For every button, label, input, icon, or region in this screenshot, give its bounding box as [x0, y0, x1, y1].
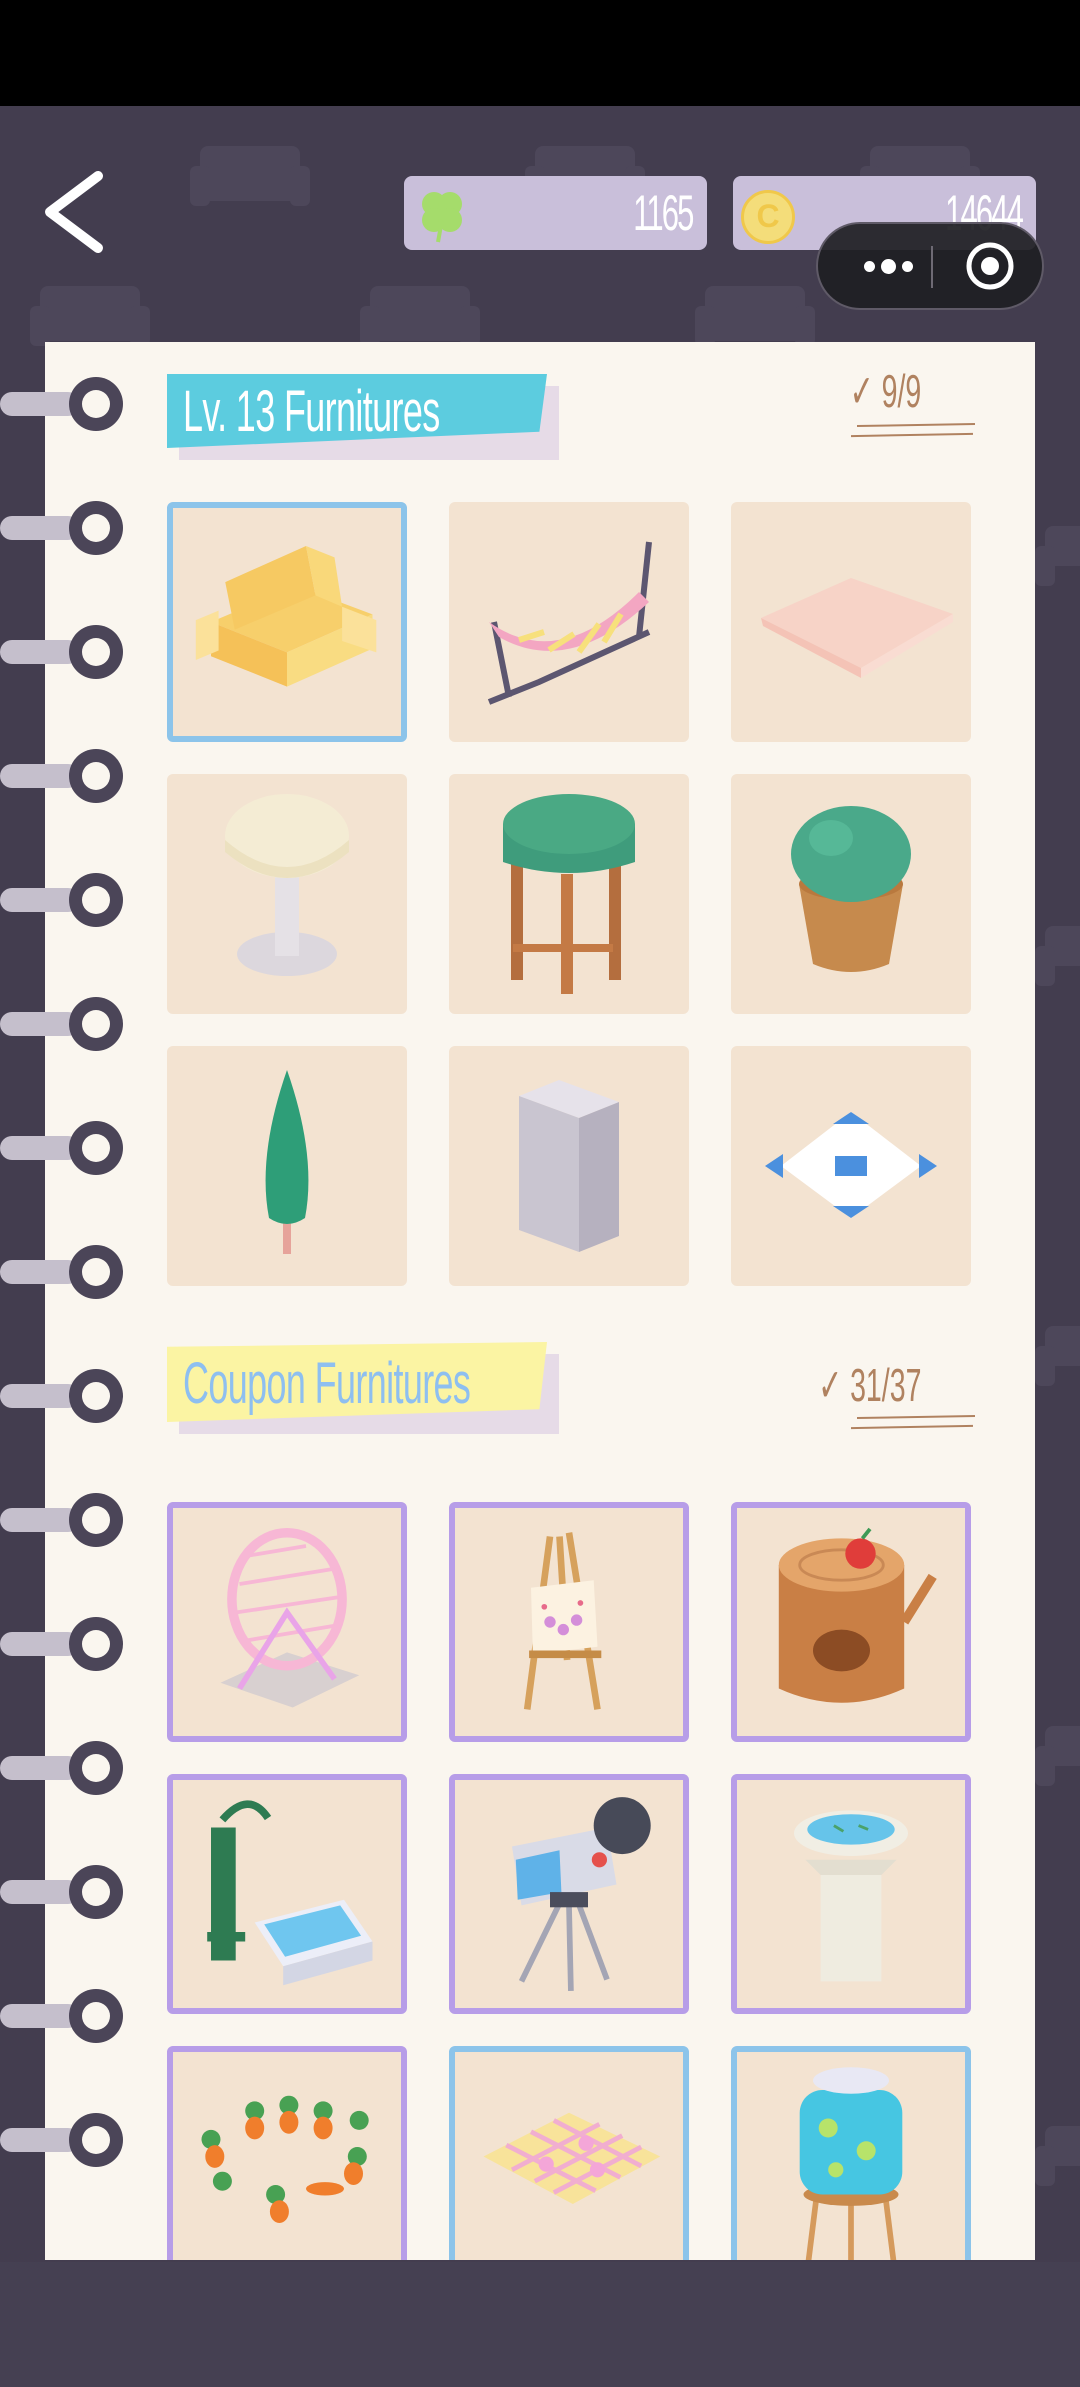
item-tile-tree-stump-house[interactable] — [731, 1502, 971, 1742]
section-title-ribbon: Lv. 13 Furnitures — [167, 374, 559, 460]
clover-icon — [422, 192, 462, 243]
section-title-ribbon: Coupon Furnitures — [167, 1342, 559, 1434]
progress-underline — [856, 1414, 976, 1420]
side-table-icon — [225, 794, 349, 976]
chevron-left-icon — [45, 171, 103, 253]
water-pump-icon — [207, 1800, 373, 1986]
item-tile-painting-easel[interactable] — [449, 1502, 689, 1742]
notebook-page: Lv. 13 Furnitures ✓ 9/9 Coupon Furniture… — [45, 342, 1035, 2260]
item-tile-bar-stool[interactable] — [449, 774, 689, 1014]
mini-program-capsule — [816, 222, 1044, 310]
item-tile-hamster-wheel[interactable] — [167, 1502, 407, 1742]
capsule-divider — [931, 246, 933, 288]
carrot-patch-icon — [201, 2095, 369, 2223]
potted-plant-icon — [791, 806, 911, 972]
item-tile-video-camera[interactable] — [449, 1774, 689, 2014]
tree-stump-icon — [778, 1527, 937, 1703]
clover-count: 1165 — [633, 185, 695, 241]
item-tile-cypress-tree[interactable] — [167, 1046, 407, 1286]
target-icon — [966, 242, 1014, 290]
video-camera-icon — [512, 1797, 651, 1991]
tree-icon — [265, 1070, 309, 1254]
more-menu-button[interactable] — [838, 224, 938, 308]
section-progress: ✓ 31/37 — [817, 1359, 921, 1411]
item-tile-bird-bath[interactable] — [731, 1774, 971, 2014]
item-tile-sofa[interactable] — [167, 502, 407, 742]
item-tile-blue-diamond-tile[interactable] — [731, 1046, 971, 1286]
bottom-bar — [0, 2262, 1080, 2387]
item-tile-water-pump[interactable] — [167, 1774, 407, 2014]
hamster-wheel-icon — [220, 1527, 360, 1708]
back-button[interactable] — [36, 168, 116, 256]
item-tile-potted-bush[interactable] — [731, 774, 971, 1014]
item-tile-picnic-blanket[interactable] — [449, 2046, 689, 2260]
item-tile-round-side-table[interactable] — [167, 774, 407, 1014]
section-title: Coupon Furnitures — [183, 1351, 471, 1416]
picnic-blanket-icon — [483, 2112, 661, 2204]
more-dot-icon — [901, 260, 913, 272]
progress-underline — [850, 432, 974, 438]
more-dot-icon — [880, 258, 896, 274]
diamond-tile-icon — [765, 1112, 937, 1218]
progress-underline — [856, 422, 976, 428]
clover-counter: 1165 — [404, 176, 707, 250]
sofa-icon — [195, 546, 377, 687]
section-progress: ✓ 9/9 — [849, 365, 921, 417]
item-tile-carrot-patch[interactable] — [167, 2046, 407, 2260]
item-tile-hammock[interactable] — [449, 502, 689, 742]
stool-icon — [503, 794, 635, 994]
more-dot-icon — [863, 260, 875, 272]
coin-icon: C — [741, 190, 795, 244]
drink-dispenser-icon — [799, 2067, 903, 2260]
item-tile-gray-block[interactable] — [449, 1046, 689, 1286]
item-tile-floor-cushion[interactable] — [731, 502, 971, 742]
close-mini-program-button[interactable] — [956, 234, 1024, 298]
status-bar — [0, 0, 1080, 106]
cushion-icon — [761, 578, 953, 678]
hammock-icon — [487, 541, 652, 705]
section-title: Lv. 13 Furnitures — [183, 379, 440, 444]
bird-bath-icon — [794, 1810, 908, 1982]
progress-underline — [850, 1424, 974, 1430]
easel-icon — [523, 1532, 602, 1710]
item-tile-drink-dispenser[interactable] — [731, 2046, 971, 2260]
block-icon — [519, 1080, 619, 1252]
